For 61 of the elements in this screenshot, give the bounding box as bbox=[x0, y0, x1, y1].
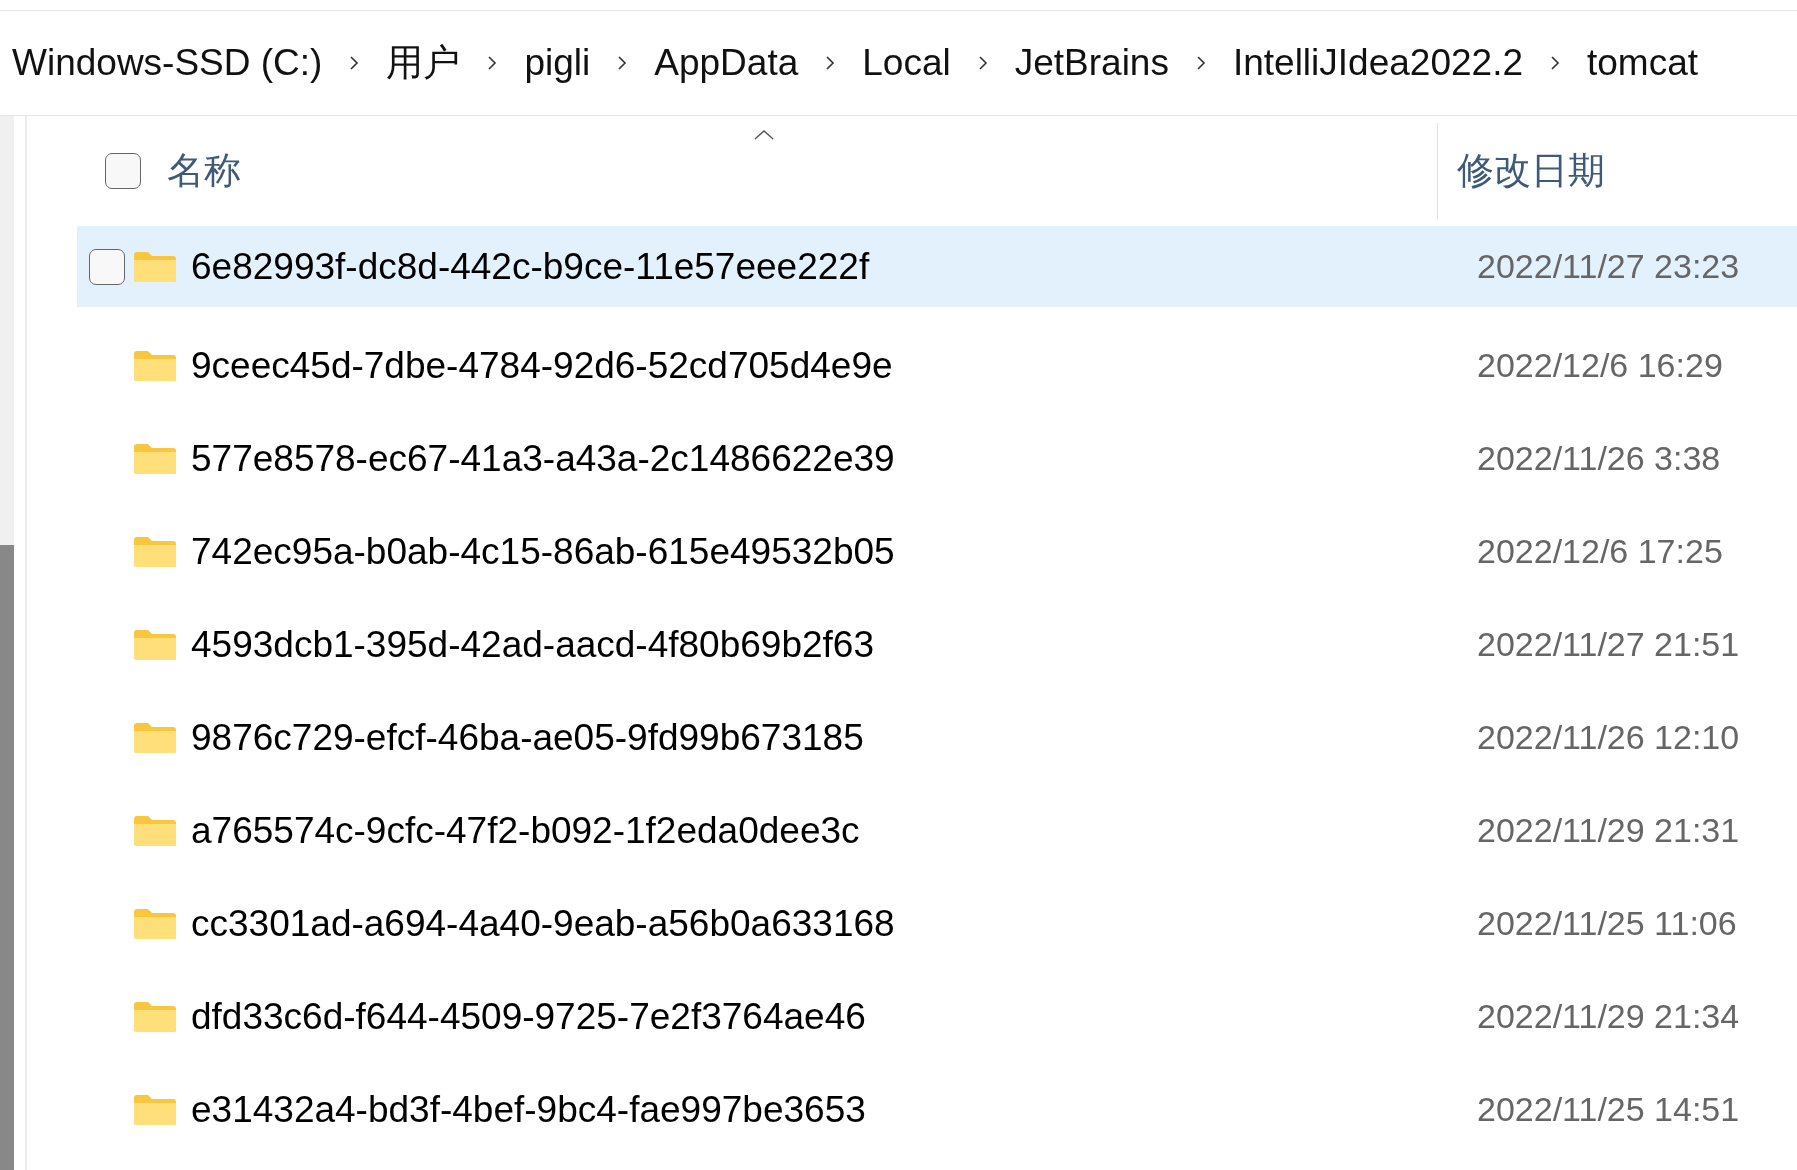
chevron-icon bbox=[617, 56, 628, 70]
file-name: e31432a4-bd3f-4bef-9bc4-fae997be3653 bbox=[191, 1088, 867, 1131]
scrollbar-drawing[interactable] bbox=[0, 116, 14, 1170]
folder-icon bbox=[133, 442, 177, 475]
file-name: dfd33c6d-f644-4509-9725-7e2f3764ae46 bbox=[191, 995, 867, 1038]
chevron-icon bbox=[1550, 56, 1560, 70]
chevron-icon bbox=[977, 56, 988, 70]
modified-date: 2022/11/29 21:34 bbox=[1477, 997, 1740, 1036]
modified-date: 2022/11/26 12:10 bbox=[1477, 718, 1740, 757]
modified-date: 2022/11/29 21:31 bbox=[1477, 811, 1740, 850]
folder-icon bbox=[133, 628, 177, 661]
row-checkbox[interactable] bbox=[89, 248, 125, 285]
modified-date: 2022/11/25 11:06 bbox=[1477, 904, 1737, 943]
select-all-checkbox[interactable] bbox=[105, 153, 141, 189]
modified-date: 2022/12/6 17:25 bbox=[1477, 532, 1723, 571]
folder-icon bbox=[133, 907, 177, 940]
modified-date: 2022/11/26 3:38 bbox=[1477, 439, 1721, 478]
folder-icon bbox=[133, 1000, 177, 1033]
file-name: cc3301ad-a694-4a40-9eab-a56b0a633168 bbox=[191, 902, 896, 945]
file-row[interactable]: 577e8578-ec67-41a3-a43a-2c1486622e39 2022/11/26 3:38 bbox=[77, 412, 1797, 505]
breadcrumb-item[interactable]: Local bbox=[862, 42, 951, 84]
breadcrumb-item[interactable]: IntelliJIdea2022.2 bbox=[1232, 42, 1523, 84]
file-name: 4593dcb1-395d-42ad-aacd-4f80b69b2f63 bbox=[191, 623, 876, 666]
chevron-icon bbox=[1195, 56, 1206, 70]
chevron-icon bbox=[487, 56, 498, 70]
breadcrumb-item[interactable]: JetBrains bbox=[1014, 42, 1169, 84]
file-row[interactable]: 742ec95a-b0ab-4c15-86ab-615e49532b05 2022/12/6 17:25 bbox=[77, 505, 1797, 598]
file-row[interactable]: e31432a4-bd3f-4bef-9bc4-fae997be3653 2022/11/25 14:51 bbox=[77, 1063, 1797, 1156]
modified-date: 2022/12/6 16:29 bbox=[1477, 346, 1723, 385]
modified-date: 2022/11/27 23:23 bbox=[1477, 247, 1740, 286]
file-name: a765574c-9cfc-47f2-b092-1f2eda0dee3c bbox=[191, 809, 861, 852]
folder-icon bbox=[133, 1093, 177, 1126]
chevron-icon bbox=[349, 56, 360, 70]
file-row[interactable]: dfd33c6d-f644-4509-9725-7e2f3764ae46 2022/11/29 21:34 bbox=[77, 970, 1797, 1063]
breadcrumb-item[interactable]: Windows-SSD (C:) bbox=[12, 42, 323, 84]
file-row[interactable]: a765574c-9cfc-47f2-b092-1f2eda0dee3c 2022/11/29 21:31 bbox=[77, 784, 1797, 877]
breadcrumb-item[interactable]: pigli bbox=[524, 42, 591, 84]
file-name: 742ec95a-b0ab-4c15-86ab-615e49532b05 bbox=[191, 530, 896, 573]
breadcrumb-item[interactable]: 用户 bbox=[386, 38, 461, 88]
modified-date: 2022/11/25 14:51 bbox=[1477, 1090, 1740, 1129]
file-row[interactable]: 9876c729-efcf-46ba-ae05-9fd99b673185 2022/11/26 12:10 bbox=[77, 691, 1797, 784]
breadcrumb-item[interactable]: tomcat bbox=[1587, 42, 1699, 84]
column-header[interactable]: 修改日期 bbox=[1457, 146, 1605, 196]
file-row[interactable]: cc3301ad-a694-4a40-9eab-a56b0a633168 2022/11/25 11:06 bbox=[77, 877, 1797, 970]
breadcrumb-item[interactable]: AppData bbox=[654, 42, 799, 84]
column-header[interactable]: 名称 bbox=[167, 146, 241, 196]
file-name: 577e8578-ec67-41a3-a43a-2c1486622e39 bbox=[191, 437, 896, 480]
folder-icon bbox=[133, 814, 177, 847]
modified-date: 2022/11/27 21:51 bbox=[1477, 625, 1740, 664]
folder-icon bbox=[133, 349, 177, 382]
file-name: 9876c729-efcf-46ba-ae05-9fd99b673185 bbox=[191, 716, 865, 759]
file-row[interactable]: 9ceec45d-7dbe-4784-92d6-52cd705d4e9e 2022/12/6 16:29 bbox=[77, 319, 1797, 412]
sort-caret-icon[interactable] bbox=[754, 130, 774, 140]
chevron-icon bbox=[825, 56, 836, 70]
folder-icon bbox=[133, 721, 177, 754]
folder-icon bbox=[133, 250, 177, 283]
folder-icon bbox=[133, 535, 177, 568]
file-name: 6e82993f-dc8d-442c-b9ce-11e57eee222f bbox=[191, 245, 871, 288]
file-name: 9ceec45d-7dbe-4784-92d6-52cd705d4e9e bbox=[191, 344, 894, 387]
file-row[interactable]: 4593dcb1-395d-42ad-aacd-4f80b69b2f63 2022/11/27 21:51 bbox=[77, 598, 1797, 691]
file-row[interactable]: 6e82993f-dc8d-442c-b9ce-11e57eee222f 2022/11/27 23:23 bbox=[77, 226, 1797, 307]
